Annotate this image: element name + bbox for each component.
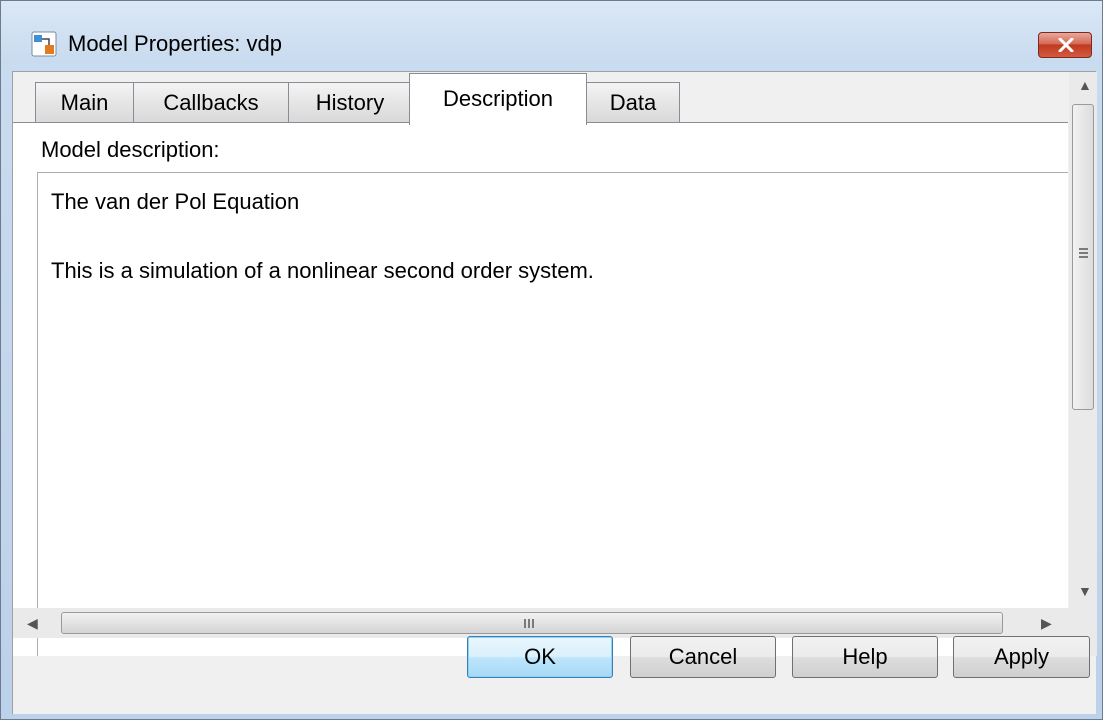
- model-description-textarea[interactable]: The van der Pol Equation This is a simul…: [37, 172, 1068, 656]
- grip-icon: [524, 619, 526, 628]
- window-title: Model Properties: vdp: [68, 31, 282, 56]
- scroll-right-arrow-icon[interactable]: ▶: [1041, 616, 1052, 630]
- dialog-client-area: Main Callbacks History Description Data …: [12, 71, 1097, 714]
- tab-history[interactable]: History: [288, 82, 412, 122]
- tab-callbacks[interactable]: Callbacks: [133, 82, 289, 122]
- model-description-label: Model description:: [41, 137, 220, 162]
- horizontal-scroll-thumb[interactable]: [61, 612, 1003, 634]
- vertical-scroll-thumb[interactable]: [1072, 104, 1094, 410]
- description-line: The van der Pol Equation: [51, 189, 300, 214]
- help-button[interactable]: Help: [792, 636, 938, 678]
- grip-icon: [1079, 252, 1088, 254]
- horizontal-scrollbar[interactable]: ◀ ▶: [13, 608, 1069, 638]
- close-button[interactable]: [1038, 32, 1092, 58]
- tab-strip: Main Callbacks History Description Data: [13, 72, 1068, 125]
- scroll-up-arrow-icon[interactable]: ▲: [1078, 78, 1092, 92]
- grip-icon: [1079, 248, 1088, 250]
- model-properties-window: Model Properties: vdp Main Callbacks His…: [0, 0, 1103, 720]
- simulink-model-icon: [31, 31, 57, 57]
- description-panel: Model description: The van der Pol Equat…: [13, 122, 1068, 656]
- title-bar[interactable]: Model Properties: vdp: [1, 1, 1104, 71]
- tab-main[interactable]: Main: [35, 82, 134, 122]
- grip-icon: [1079, 256, 1088, 258]
- vertical-scrollbar[interactable]: ▲ ▼: [1069, 72, 1097, 656]
- tab-data[interactable]: Data: [586, 82, 680, 122]
- scroll-left-arrow-icon[interactable]: ◀: [27, 616, 38, 630]
- apply-button[interactable]: Apply: [953, 636, 1090, 678]
- ok-button[interactable]: OK: [467, 636, 613, 678]
- cancel-button[interactable]: Cancel: [630, 636, 776, 678]
- grip-icon: [532, 619, 534, 628]
- grip-icon: [528, 619, 530, 628]
- close-icon: [1058, 38, 1074, 52]
- tab-description[interactable]: Description: [409, 73, 587, 125]
- scroll-down-arrow-icon[interactable]: ▼: [1078, 584, 1092, 598]
- description-line: This is a simulation of a nonlinear seco…: [51, 258, 594, 283]
